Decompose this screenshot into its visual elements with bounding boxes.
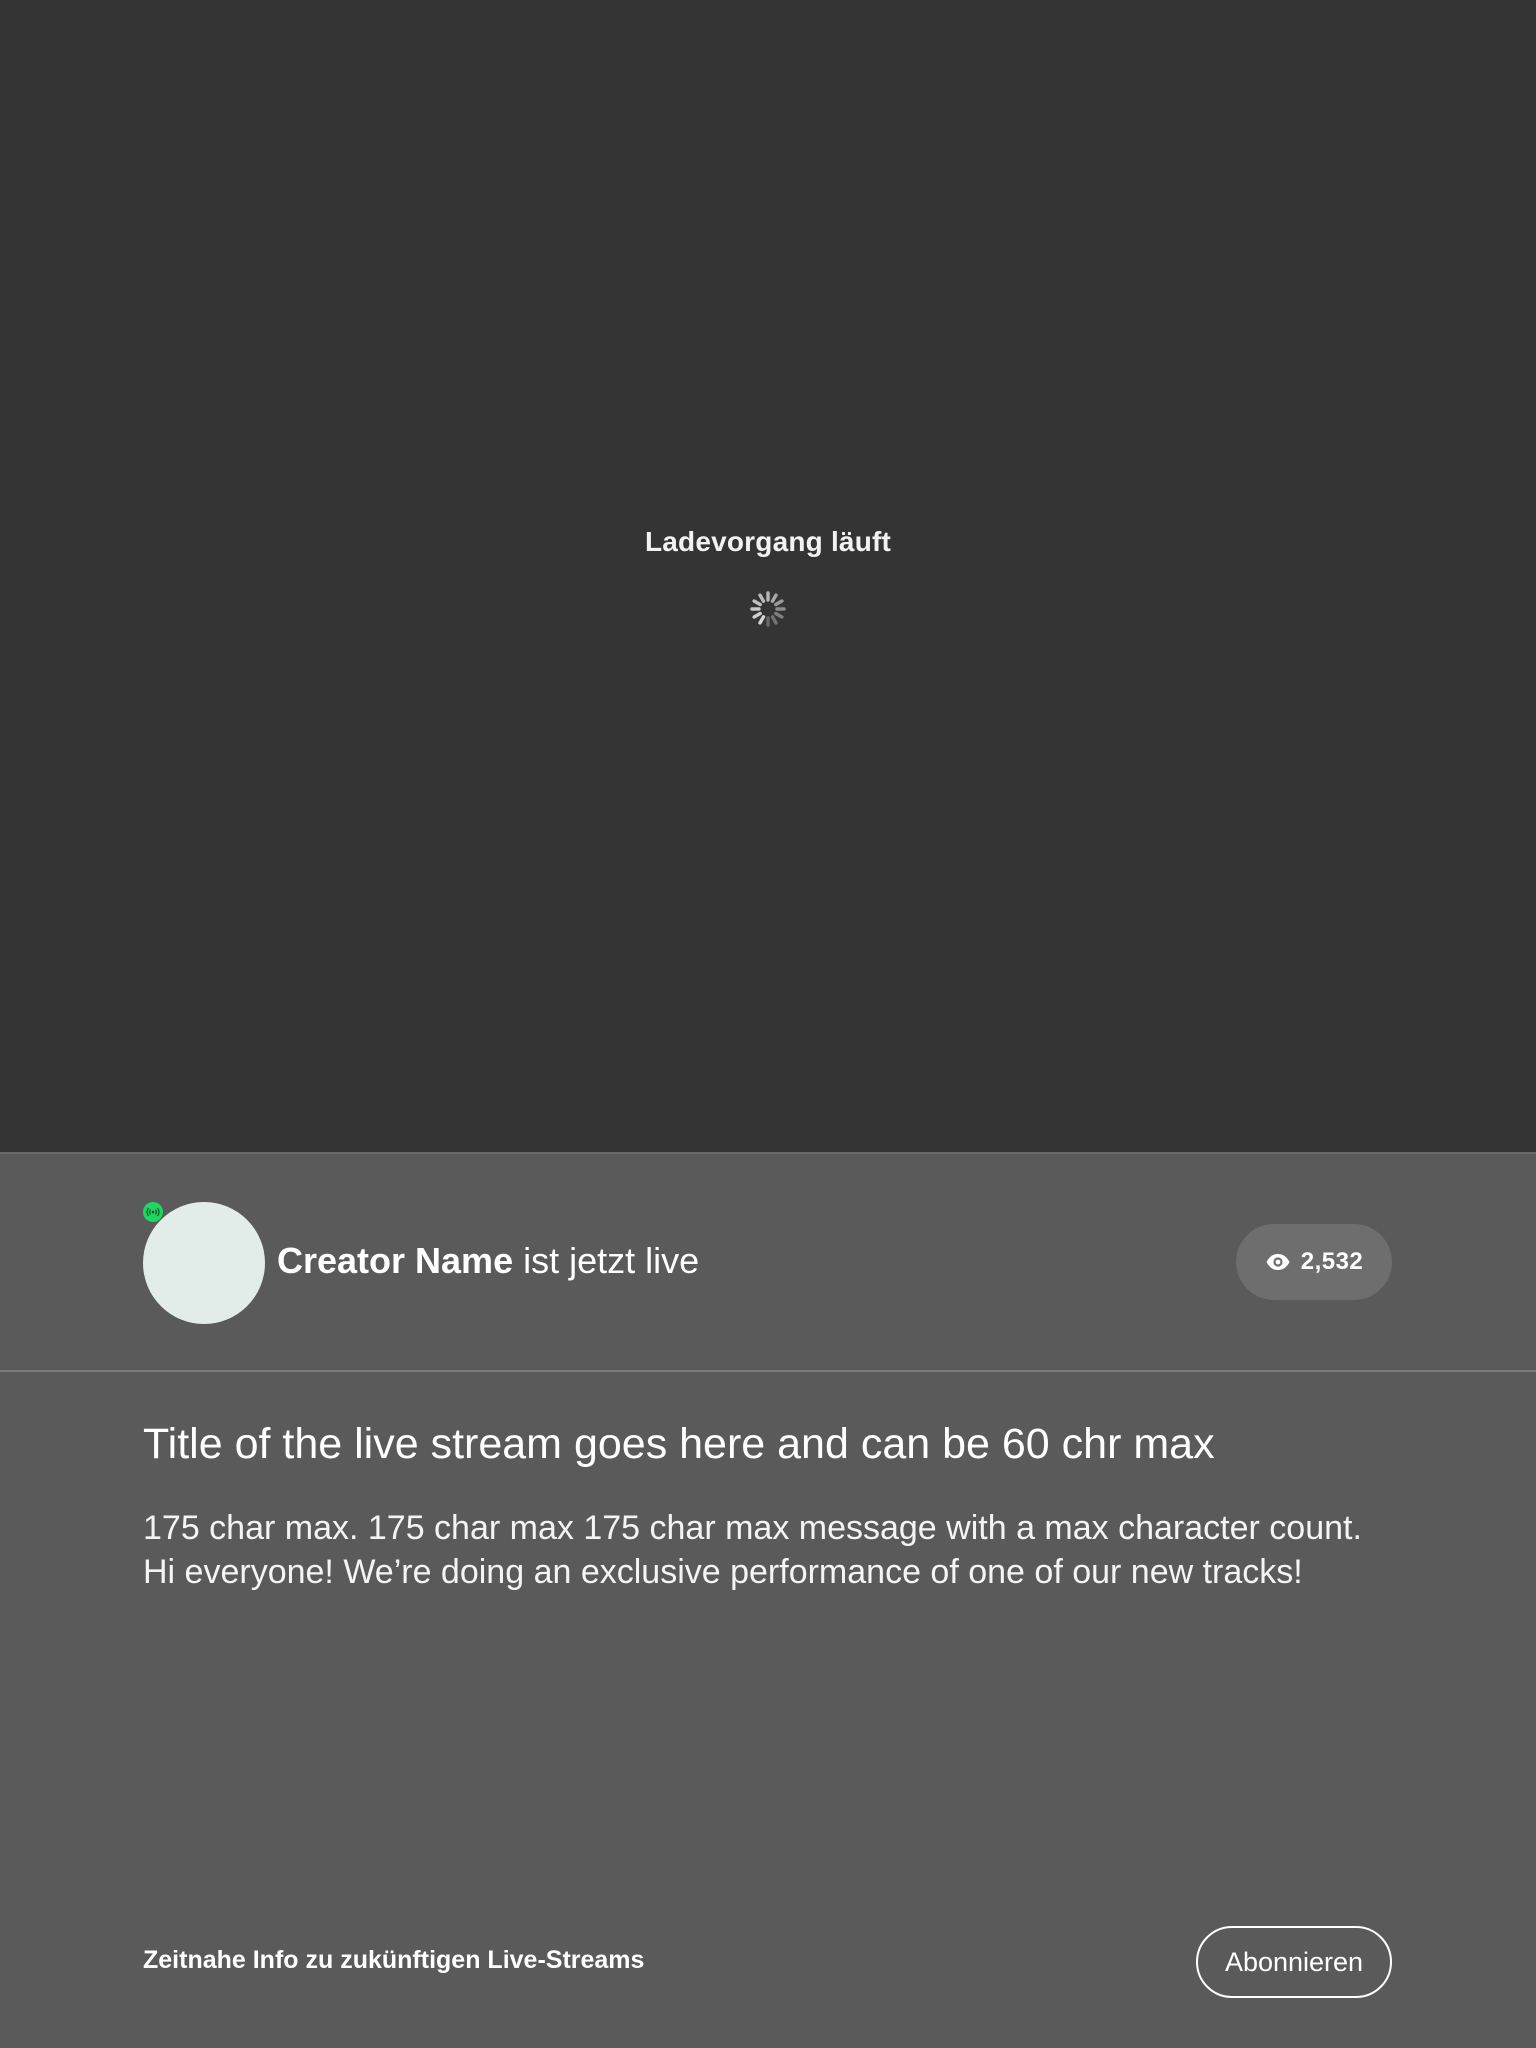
broadcast-icon — [146, 1207, 160, 1217]
subscribe-button[interactable]: Abonnieren — [1196, 1926, 1392, 1998]
loading-spinner-icon — [750, 591, 786, 627]
stream-title: Title of the live stream goes here and c… — [143, 1420, 1215, 1468]
live-stream-page: Ladevorgang läuft Creator Name ist jetzt… — [0, 0, 1536, 2048]
live-status-text: ist jetzt live — [513, 1240, 700, 1281]
creator-name[interactable]: Creator Name — [277, 1240, 513, 1281]
section-divider — [0, 1370, 1536, 1372]
stream-description: 175 char max. 175 char max 175 char max … — [143, 1509, 1362, 1591]
upcoming-streams-info: Zeitnahe Info zu zukünftigen Live-Stream… — [143, 1946, 645, 1974]
viewer-count: 2,532 — [1300, 1248, 1364, 1275]
live-indicator — [143, 1202, 163, 1222]
avatar[interactable] — [143, 1202, 265, 1324]
loading-label: Ladevorgang läuft — [644, 526, 892, 557]
creator-live-line: Creator Name ist jetzt live — [277, 1240, 699, 1282]
viewer-count-badge: 2,532 — [1236, 1224, 1392, 1300]
creator-row: Creator Name ist jetzt live 2,532 — [0, 1154, 1536, 1370]
creator-avatar-wrapper[interactable] — [143, 1202, 265, 1324]
video-player[interactable]: Ladevorgang läuft — [0, 0, 1536, 1152]
eye-icon — [1266, 1254, 1290, 1270]
stream-info-panel: Creator Name ist jetzt live 2,532 Title … — [0, 1154, 1536, 2048]
